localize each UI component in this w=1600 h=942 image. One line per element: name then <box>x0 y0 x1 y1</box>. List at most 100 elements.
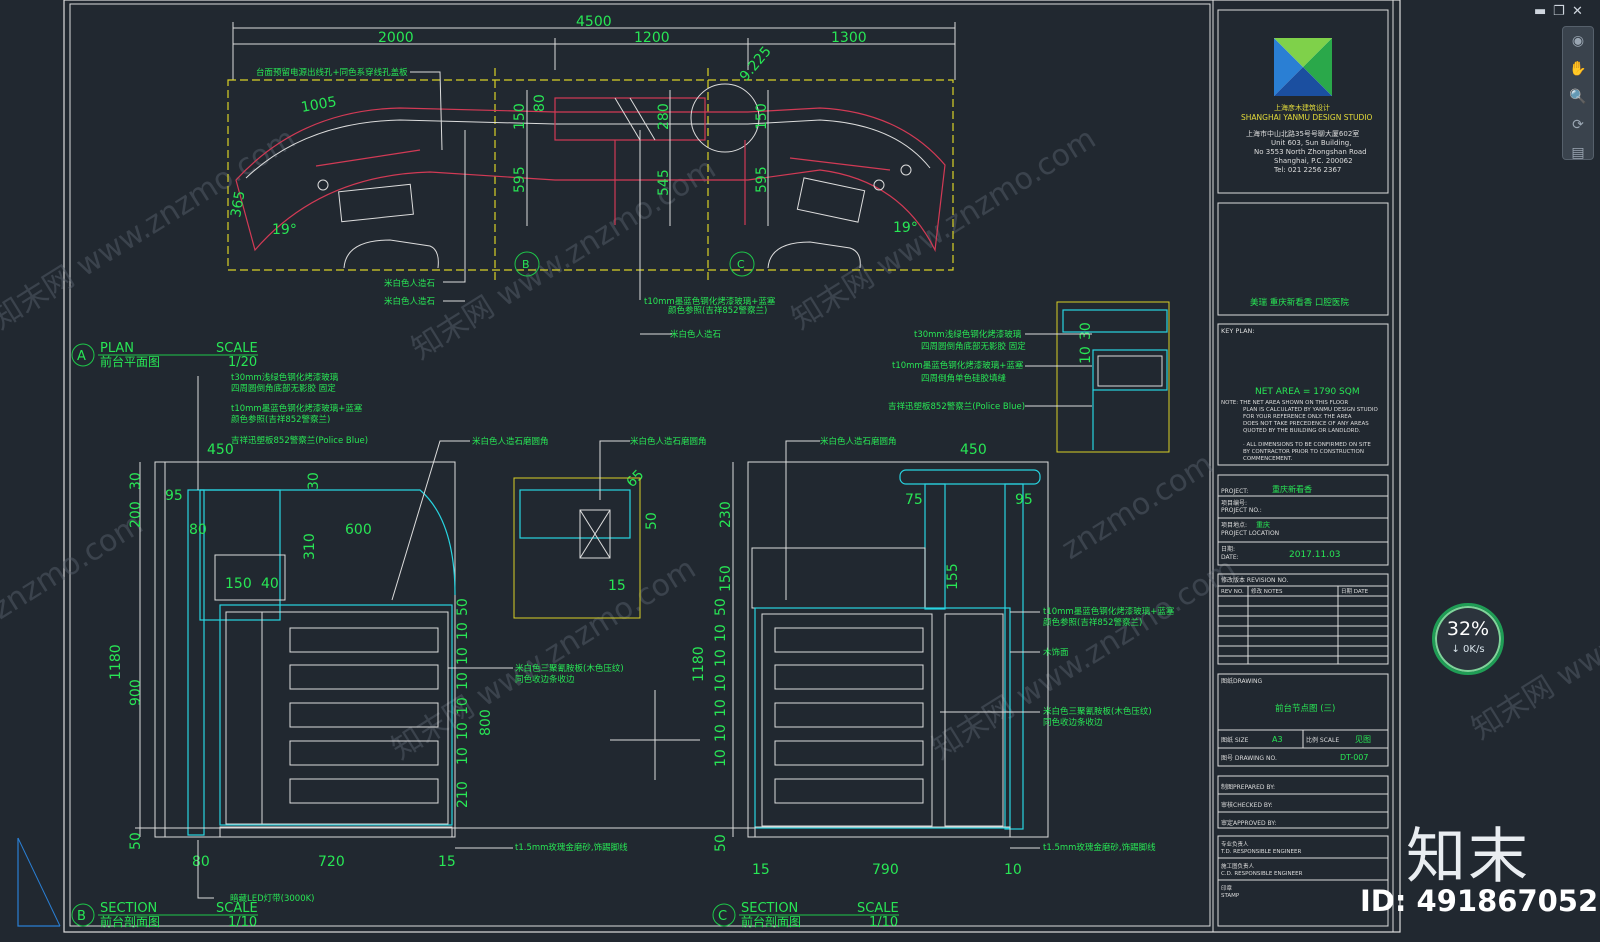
network-speed: ↓ 0K/s <box>1451 644 1485 655</box>
svg-text:· ALL DIMENSIONS TO BE CONFIRM: · ALL DIMENSIONS TO BE CONFIRMED ON SITE <box>1243 442 1371 448</box>
detail-view: 30 10 t30mm浅绿色钢化烤漆玻璃 四周圆倒角底部无影胶 固定 t10mm… <box>888 301 1170 453</box>
svg-text:重庆: 重庆 <box>1256 520 1270 529</box>
image-id: ID: 491867052 <box>1360 884 1599 918</box>
pan-icon[interactable]: ✋ <box>1563 55 1593 83</box>
svg-text:t30mm浅绿色钢化烤漆玻璃: t30mm浅绿色钢化烤漆玻璃 <box>914 329 1022 340</box>
svg-text:19°: 19° <box>893 220 918 236</box>
svg-text:图纸DRAWING: 图纸DRAWING <box>1221 677 1263 685</box>
svg-text:znzmo.com: znzmo.com <box>1056 446 1220 566</box>
svg-text:修改版本 REVISION NO.: 修改版本 REVISION NO. <box>1221 576 1288 584</box>
svg-text:Shanghai, P.C. 200062: Shanghai, P.C. 200062 <box>1274 157 1353 165</box>
drawing-number: DT-007 <box>1340 753 1368 762</box>
svg-text:B: B <box>522 258 530 271</box>
svg-text:10: 10 <box>713 674 729 692</box>
svg-text:米白色人造石: 米白色人造石 <box>384 278 435 289</box>
svg-text:790: 790 <box>872 862 899 878</box>
svg-text:210: 210 <box>455 781 471 808</box>
svg-text:10: 10 <box>455 747 471 765</box>
showmotion-icon[interactable]: ▤ <box>1563 139 1593 167</box>
svg-text:10: 10 <box>713 624 729 642</box>
svg-text:10: 10 <box>1078 346 1094 364</box>
svg-text:审定APPROVED BY:: 审定APPROVED BY: <box>1221 819 1276 827</box>
svg-text:米白色人造石: 米白色人造石 <box>670 329 721 340</box>
svg-text:Tel: 021 2256 2367: Tel: 021 2256 2367 <box>1273 166 1341 174</box>
svg-text:REV NO.: REV NO. <box>1221 589 1244 595</box>
svg-text:1/10: 1/10 <box>228 915 257 930</box>
svg-text:吉祥迅塑板852警察兰(Police Blue): 吉祥迅塑板852警察兰(Police Blue) <box>231 435 368 446</box>
svg-text:项目地点:: 项目地点: <box>1221 521 1247 529</box>
svg-text:颜色参照(吉祥852警察兰): 颜色参照(吉祥852警察兰) <box>668 305 767 316</box>
svg-text:知末网 www.znzmo.com: 知末网 www.znzmo.com <box>0 121 302 337</box>
svg-text:审核CHECKED BY:: 审核CHECKED BY: <box>1221 801 1273 809</box>
svg-text:KEY PLAN:: KEY PLAN: <box>1221 327 1255 335</box>
svg-text:10: 10 <box>455 672 471 690</box>
svg-text:150: 150 <box>225 576 252 592</box>
svg-text:见图: 见图 <box>1355 735 1371 744</box>
network-speed-widget[interactable]: 32% ↓ 0K/s <box>1432 603 1504 675</box>
svg-text:SCALE: SCALE <box>216 341 258 356</box>
svg-text:日期 DATE: 日期 DATE <box>1341 588 1369 595</box>
title-block: 上海彦木建筑设计 SHANGHAI YANMU DESIGN STUDIO 上海… <box>1217 9 1389 927</box>
svg-text:A3: A3 <box>1272 735 1283 744</box>
svg-text:同色收边条收边: 同色收边条收边 <box>515 674 575 685</box>
svg-text:10: 10 <box>455 722 471 740</box>
svg-text:印章: 印章 <box>1221 884 1233 892</box>
svg-text:米白色人造石磨圆角: 米白色人造石磨圆角 <box>820 436 897 447</box>
close-button[interactable]: ✕ <box>1572 4 1583 19</box>
svg-text:PROJECT:: PROJECT: <box>1221 488 1248 495</box>
svg-text:四周倒角单色硅胶填缝: 四周倒角单色硅胶填缝 <box>921 373 1007 384</box>
svg-text:前台剖面图: 前台剖面图 <box>741 914 801 929</box>
svg-text:SECTION: SECTION <box>100 901 157 916</box>
svg-text:知末网 www.znzmo.com: 知末网 www.znzmo.com <box>926 551 1242 767</box>
svg-text:四周圆倒角底部无影胶 固定: 四周圆倒角底部无影胶 固定 <box>231 383 336 394</box>
orbit-icon[interactable]: ⟳ <box>1563 111 1593 139</box>
svg-text:C.D. RESPONSIBLE ENGINEER: C.D. RESPONSIBLE ENGINEER <box>1221 871 1303 877</box>
svg-text:310: 310 <box>302 533 318 560</box>
svg-text:t30mm浅绿色钢化烤漆玻璃: t30mm浅绿色钢化烤漆玻璃 <box>231 372 339 383</box>
svg-text:1005: 1005 <box>300 94 338 116</box>
restore-button[interactable]: ❐ <box>1553 4 1565 19</box>
svg-text:50: 50 <box>713 834 729 852</box>
svg-text:40: 40 <box>261 576 279 592</box>
svg-text:重庆新看香: 重庆新看香 <box>1272 484 1312 494</box>
svg-text:10: 10 <box>455 622 471 640</box>
svg-text:80: 80 <box>532 94 548 112</box>
svg-text:项目编号:: 项目编号: <box>1221 499 1247 507</box>
svg-text:米白色人造石磨圆角: 米白色人造石磨圆角 <box>472 436 549 447</box>
svg-text:上海市中山北路35号号聊大厦602室: 上海市中山北路35号号聊大厦602室 <box>1246 129 1359 138</box>
svg-text:600: 600 <box>345 522 372 538</box>
svg-text:t1.5mm玫瑰金磨砂,饰踢脚线: t1.5mm玫瑰金磨砂,饰踢脚线 <box>1043 842 1156 853</box>
plan-title-en: PLAN <box>100 341 134 356</box>
dim-plan-1200: 1200 <box>634 30 670 46</box>
svg-text:PROJECT LOCATION: PROJECT LOCATION <box>1221 530 1279 537</box>
cad-drawing-viewer[interactable]: .t{font-family:"DejaVu Sans",sans-serif;… <box>0 0 1600 942</box>
svg-text:t1.5mm玫瑰金磨砂,饰踢脚线: t1.5mm玫瑰金磨砂,饰踢脚线 <box>515 842 628 853</box>
minimize-button[interactable]: ▬ <box>1534 4 1546 19</box>
svg-text:PROJECT NO.:: PROJECT NO.: <box>1221 507 1262 514</box>
svg-text:80: 80 <box>192 854 210 870</box>
svg-text:PLAN IS CALCULATED BY YANMU DE: PLAN IS CALCULATED BY YANMU DESIGN STUDI… <box>1243 407 1378 413</box>
cad-sheet[interactable]: .t{font-family:"DejaVu Sans",sans-serif;… <box>0 0 1600 942</box>
svg-text:施工图负责人: 施工图负责人 <box>1221 862 1255 870</box>
svg-text:200: 200 <box>128 501 144 528</box>
svg-text:STAMP: STAMP <box>1221 893 1240 899</box>
svg-text:米白色人造石: 米白色人造石 <box>384 296 435 307</box>
plan-title-letter: A <box>77 349 86 364</box>
svg-text:75: 75 <box>905 492 923 508</box>
svg-text:T.D. RESPONSIBLE ENGINEER: T.D. RESPONSIBLE ENGINEER <box>1220 849 1301 855</box>
svg-text:图号 DRAWING NO.: 图号 DRAWING NO. <box>1221 755 1277 762</box>
plan-note-1: 台面预留电源出线孔+同色系穿线孔盖板 <box>256 67 408 78</box>
studio-logo <box>1274 38 1332 96</box>
svg-text:DOES NOT TAKE PRECEDENCE OF AN: DOES NOT TAKE PRECEDENCE OF ANY AREAS <box>1243 421 1369 427</box>
drawing-name: 前台节点图 (三) <box>1275 703 1335 714</box>
svg-text:木饰面: 木饰面 <box>1043 647 1069 658</box>
svg-text:95: 95 <box>1015 492 1033 508</box>
network-percent: 32% <box>1446 618 1490 640</box>
svg-text:米白色三聚氰胺板(木色压纹): 米白色三聚氰胺板(木色压纹) <box>515 663 624 674</box>
steering-wheel-icon[interactable]: ◉ <box>1563 27 1593 55</box>
svg-text:颜色参照(吉祥852警察兰): 颜色参照(吉祥852警察兰) <box>1043 617 1142 628</box>
svg-text:30: 30 <box>128 472 144 490</box>
svg-text:230: 230 <box>718 501 734 528</box>
svg-text:SECTION: SECTION <box>741 901 798 916</box>
zoom-icon[interactable]: 🔍 <box>1563 83 1593 111</box>
